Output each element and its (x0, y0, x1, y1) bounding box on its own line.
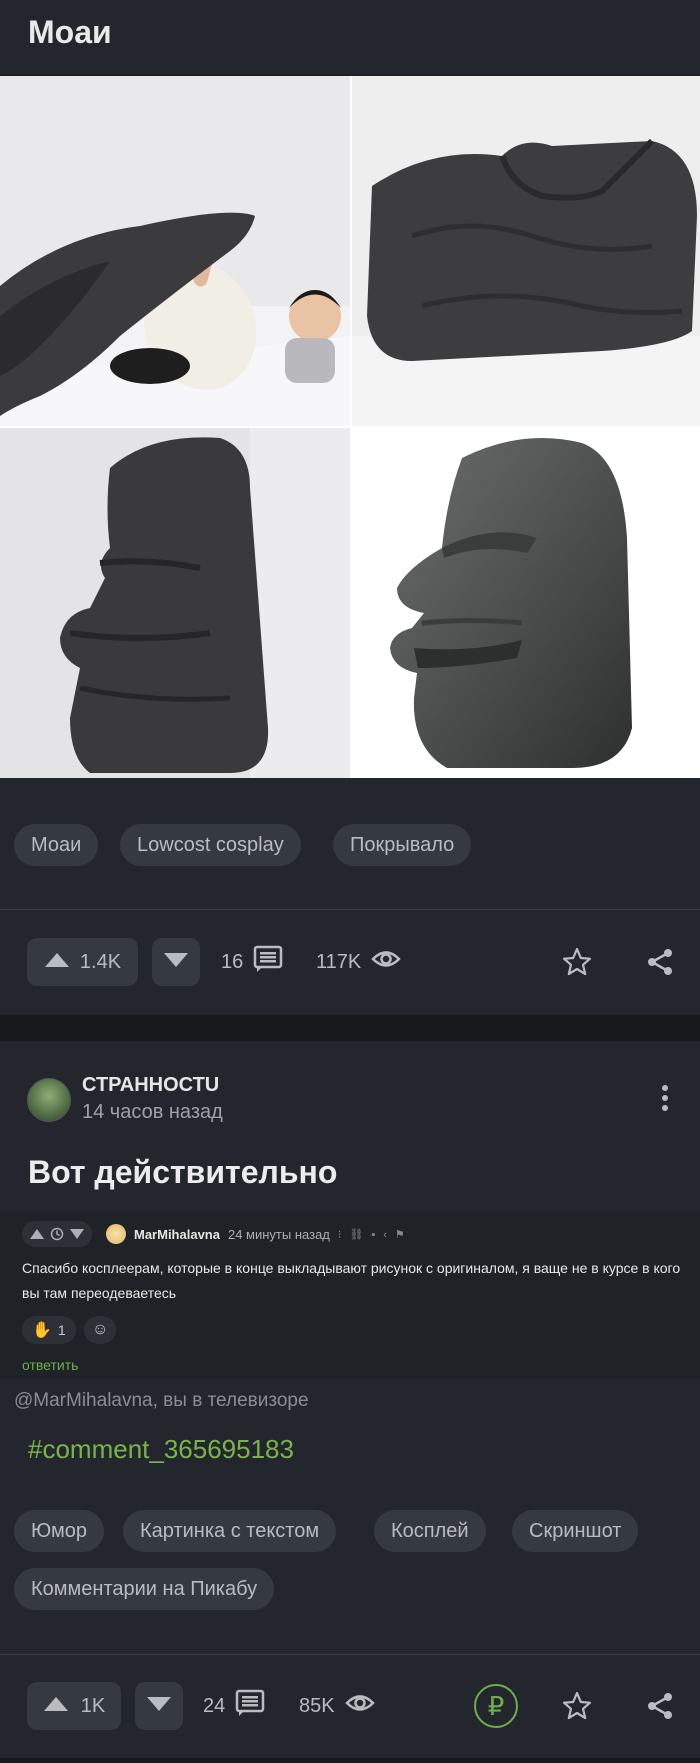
views-count: 85K (299, 1694, 335, 1717)
comment-vote-pill (22, 1221, 92, 1247)
eye-icon (371, 948, 402, 976)
post-title[interactable]: Вот действительно (28, 1154, 337, 1191)
star-icon[interactable] (557, 1686, 597, 1726)
post-image-grid[interactable] (0, 76, 700, 778)
downvote-button[interactable] (152, 938, 200, 986)
comment-tool-icons: ⁝⛓▪‹⚑ (337, 1228, 413, 1241)
post2-divider (0, 1654, 700, 1655)
bottom-separator (0, 1758, 700, 1763)
comments-link[interactable]: 16 (221, 938, 283, 986)
post-time: 14 часов назад (82, 1101, 223, 1123)
image-moai-emoji (352, 428, 700, 778)
tag-moai[interactable]: Моаи (14, 824, 99, 866)
tag-humor[interactable]: Юмор (14, 1510, 104, 1552)
commenter-name: MarMihalavna (134, 1226, 220, 1242)
tag-lowcost-cosplay[interactable]: Lowcost cosplay (120, 824, 301, 866)
tag-cosplay[interactable]: Косплей (374, 1510, 486, 1552)
upvote-button[interactable]: 1K (27, 1682, 121, 1730)
comment-count: 16 (221, 950, 244, 973)
tag-screenshot[interactable]: Скриншот (512, 1510, 639, 1552)
author-name[interactable]: СТРАННОСТU (82, 1074, 219, 1097)
tag-picture-with-text[interactable]: Картинка с текстом (123, 1510, 337, 1552)
comment-screenshot: MarMihalavna 24 минуты назад ⁝⛓▪‹⚑ Спаси… (0, 1212, 700, 1379)
post-title[interactable]: Моаи (28, 14, 112, 51)
views-counter: 85K (299, 1682, 375, 1730)
comment-hashtag-link[interactable]: #comment_365695183 (28, 1434, 294, 1465)
comment-header: MarMihalavna 24 минуты назад ⁝⛓▪‹⚑ (22, 1221, 413, 1247)
star-icon[interactable] (557, 942, 597, 982)
image-blanket-moai-side (352, 76, 700, 426)
image-blanket-moai-profile (0, 428, 350, 778)
ruble-icon[interactable]: ₽ (474, 1684, 518, 1728)
mention-text: @MarMihalavna, вы в телевизоре (14, 1390, 309, 1411)
reaction-count: 1 (57, 1322, 66, 1338)
clap-icon: ✋ (32, 1322, 52, 1339)
comment-text: Спасибо косплеерам, которые в конце выкл… (22, 1260, 681, 1301)
arrow-down-icon (146, 1696, 172, 1717)
upvote-button[interactable]: 1.4K (27, 938, 138, 986)
share-icon[interactable] (640, 942, 680, 982)
eye-icon (344, 1692, 375, 1720)
add-reaction: ☺ (84, 1316, 117, 1344)
arrow-up-icon (43, 1696, 69, 1717)
clock-icon (50, 1227, 64, 1241)
share-icon[interactable] (640, 1686, 680, 1726)
commenter-avatar (106, 1224, 126, 1244)
tag-pikabu-comments[interactable]: Комментарии на Пикабу (14, 1568, 275, 1610)
comments-link[interactable]: 24 (203, 1682, 265, 1730)
avatar[interactable] (27, 1078, 71, 1122)
posts-separator (0, 1015, 700, 1041)
comment-icon (235, 1689, 265, 1723)
views-counter: 117K (316, 938, 402, 986)
upvote-count: 1K (80, 1694, 106, 1717)
clap-reaction: ✋ 1 (22, 1316, 76, 1344)
arrow-up-icon (30, 1229, 44, 1239)
arrow-down-icon (70, 1229, 84, 1239)
image-person-with-blanket (0, 76, 350, 426)
tag-pokryvalo[interactable]: Покрывало (333, 824, 472, 866)
post1-divider (0, 909, 700, 910)
reply-link: ответить (22, 1357, 79, 1373)
arrow-up-icon (44, 952, 70, 973)
comment-time: 24 минуты назад (227, 1226, 330, 1242)
arrow-down-icon (163, 952, 189, 973)
downvote-button[interactable] (135, 1682, 183, 1730)
upvote-count: 1.4K (79, 950, 122, 973)
smile-icon: ☺ (92, 1321, 109, 1338)
more-vertical-icon[interactable] (645, 1078, 685, 1118)
comment-count: 24 (203, 1694, 226, 1717)
views-count: 117K (316, 950, 362, 973)
comment-icon (253, 945, 283, 979)
